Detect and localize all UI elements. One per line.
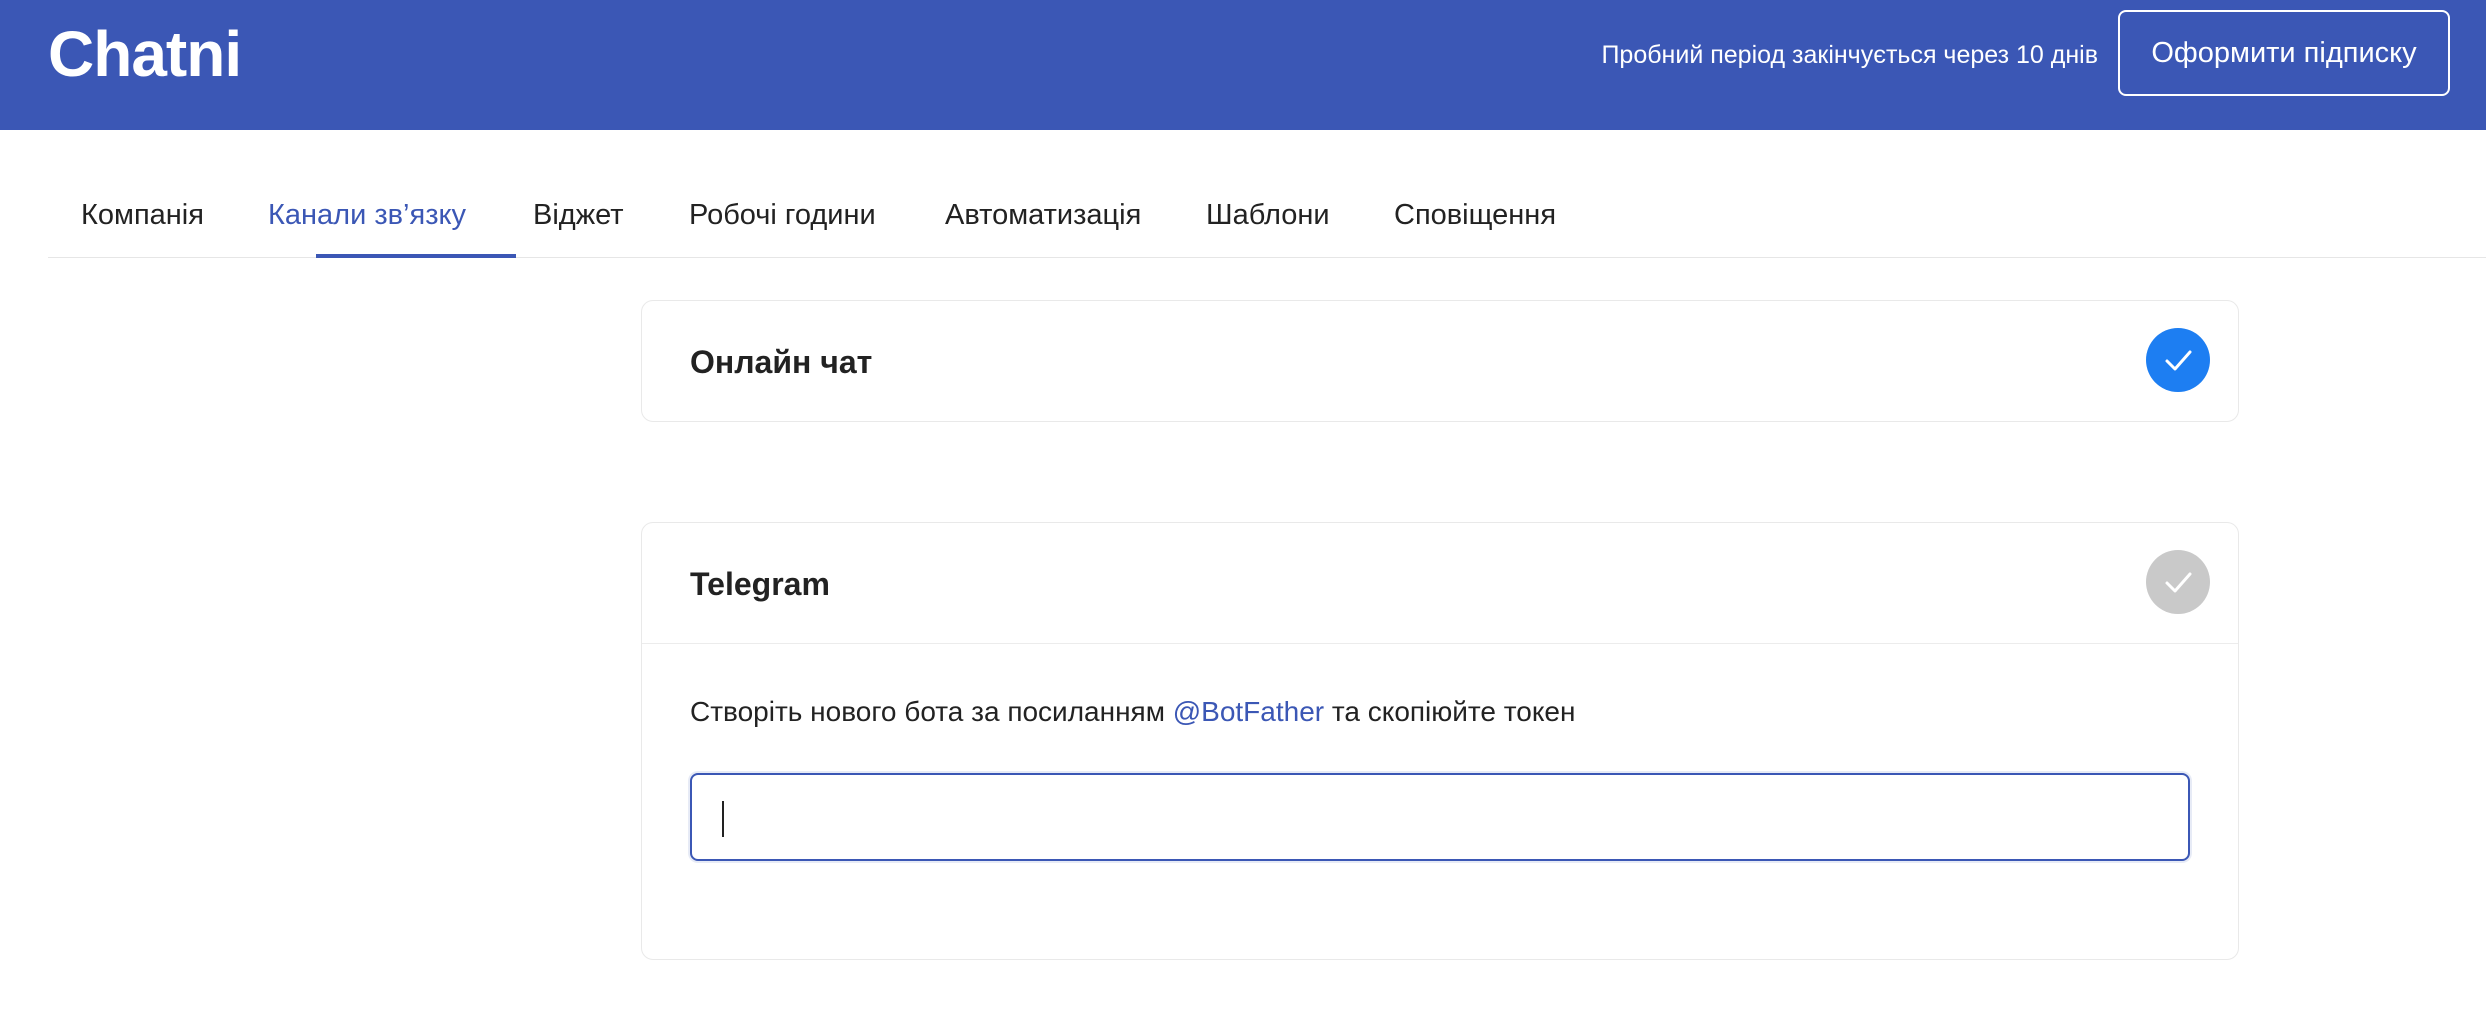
telegram-instruction: Створіть нового бота за посиланням @BotF…: [690, 695, 1575, 729]
top-bar: Chatni Пробний період закінчується через…: [0, 0, 2486, 130]
check-icon: [2165, 572, 2192, 593]
tab-company[interactable]: Компанія: [81, 198, 204, 232]
tab-channels[interactable]: Канали зв’язку: [268, 198, 466, 232]
settings-tabs: Компанія Канали зв’язку Віджет Робочі го…: [48, 130, 2486, 258]
online-chat-title: Онлайн чат: [690, 344, 873, 380]
tab-templates[interactable]: Шаблони: [1206, 198, 1330, 232]
trial-notice: Пробний період закінчується через 10 дні…: [1601, 41, 2098, 69]
logo[interactable]: Chatni: [48, 18, 242, 90]
telegram-toggle[interactable]: [2146, 550, 2210, 614]
check-icon: [2165, 350, 2192, 371]
instruction-text-before: Створіть нового бота за посиланням: [690, 696, 1165, 727]
card-divider: [642, 643, 2238, 644]
telegram-card: Telegram Створіть нового бота за посилан…: [641, 522, 2239, 960]
telegram-title: Telegram: [690, 566, 830, 602]
tab-notifications[interactable]: Сповіщення: [1394, 198, 1556, 232]
tab-automation[interactable]: Автоматизація: [945, 198, 1141, 232]
botfather-link[interactable]: @BotFather: [1173, 696, 1324, 727]
subscribe-button[interactable]: Оформити підписку: [2118, 10, 2450, 96]
tab-working-hours[interactable]: Робочі години: [689, 198, 876, 232]
active-tab-indicator: [316, 254, 516, 258]
text-caret: [722, 801, 724, 837]
online-chat-card: Онлайн чат: [641, 300, 2239, 422]
instruction-text-after: та скопіюйте токен: [1331, 696, 1576, 727]
telegram-token-input[interactable]: [690, 773, 2190, 861]
telegram-header[interactable]: Telegram: [642, 523, 2238, 643]
online-chat-header[interactable]: Онлайн чат: [642, 301, 2238, 421]
tab-widget[interactable]: Віджет: [533, 198, 624, 232]
online-chat-toggle[interactable]: [2146, 328, 2210, 392]
